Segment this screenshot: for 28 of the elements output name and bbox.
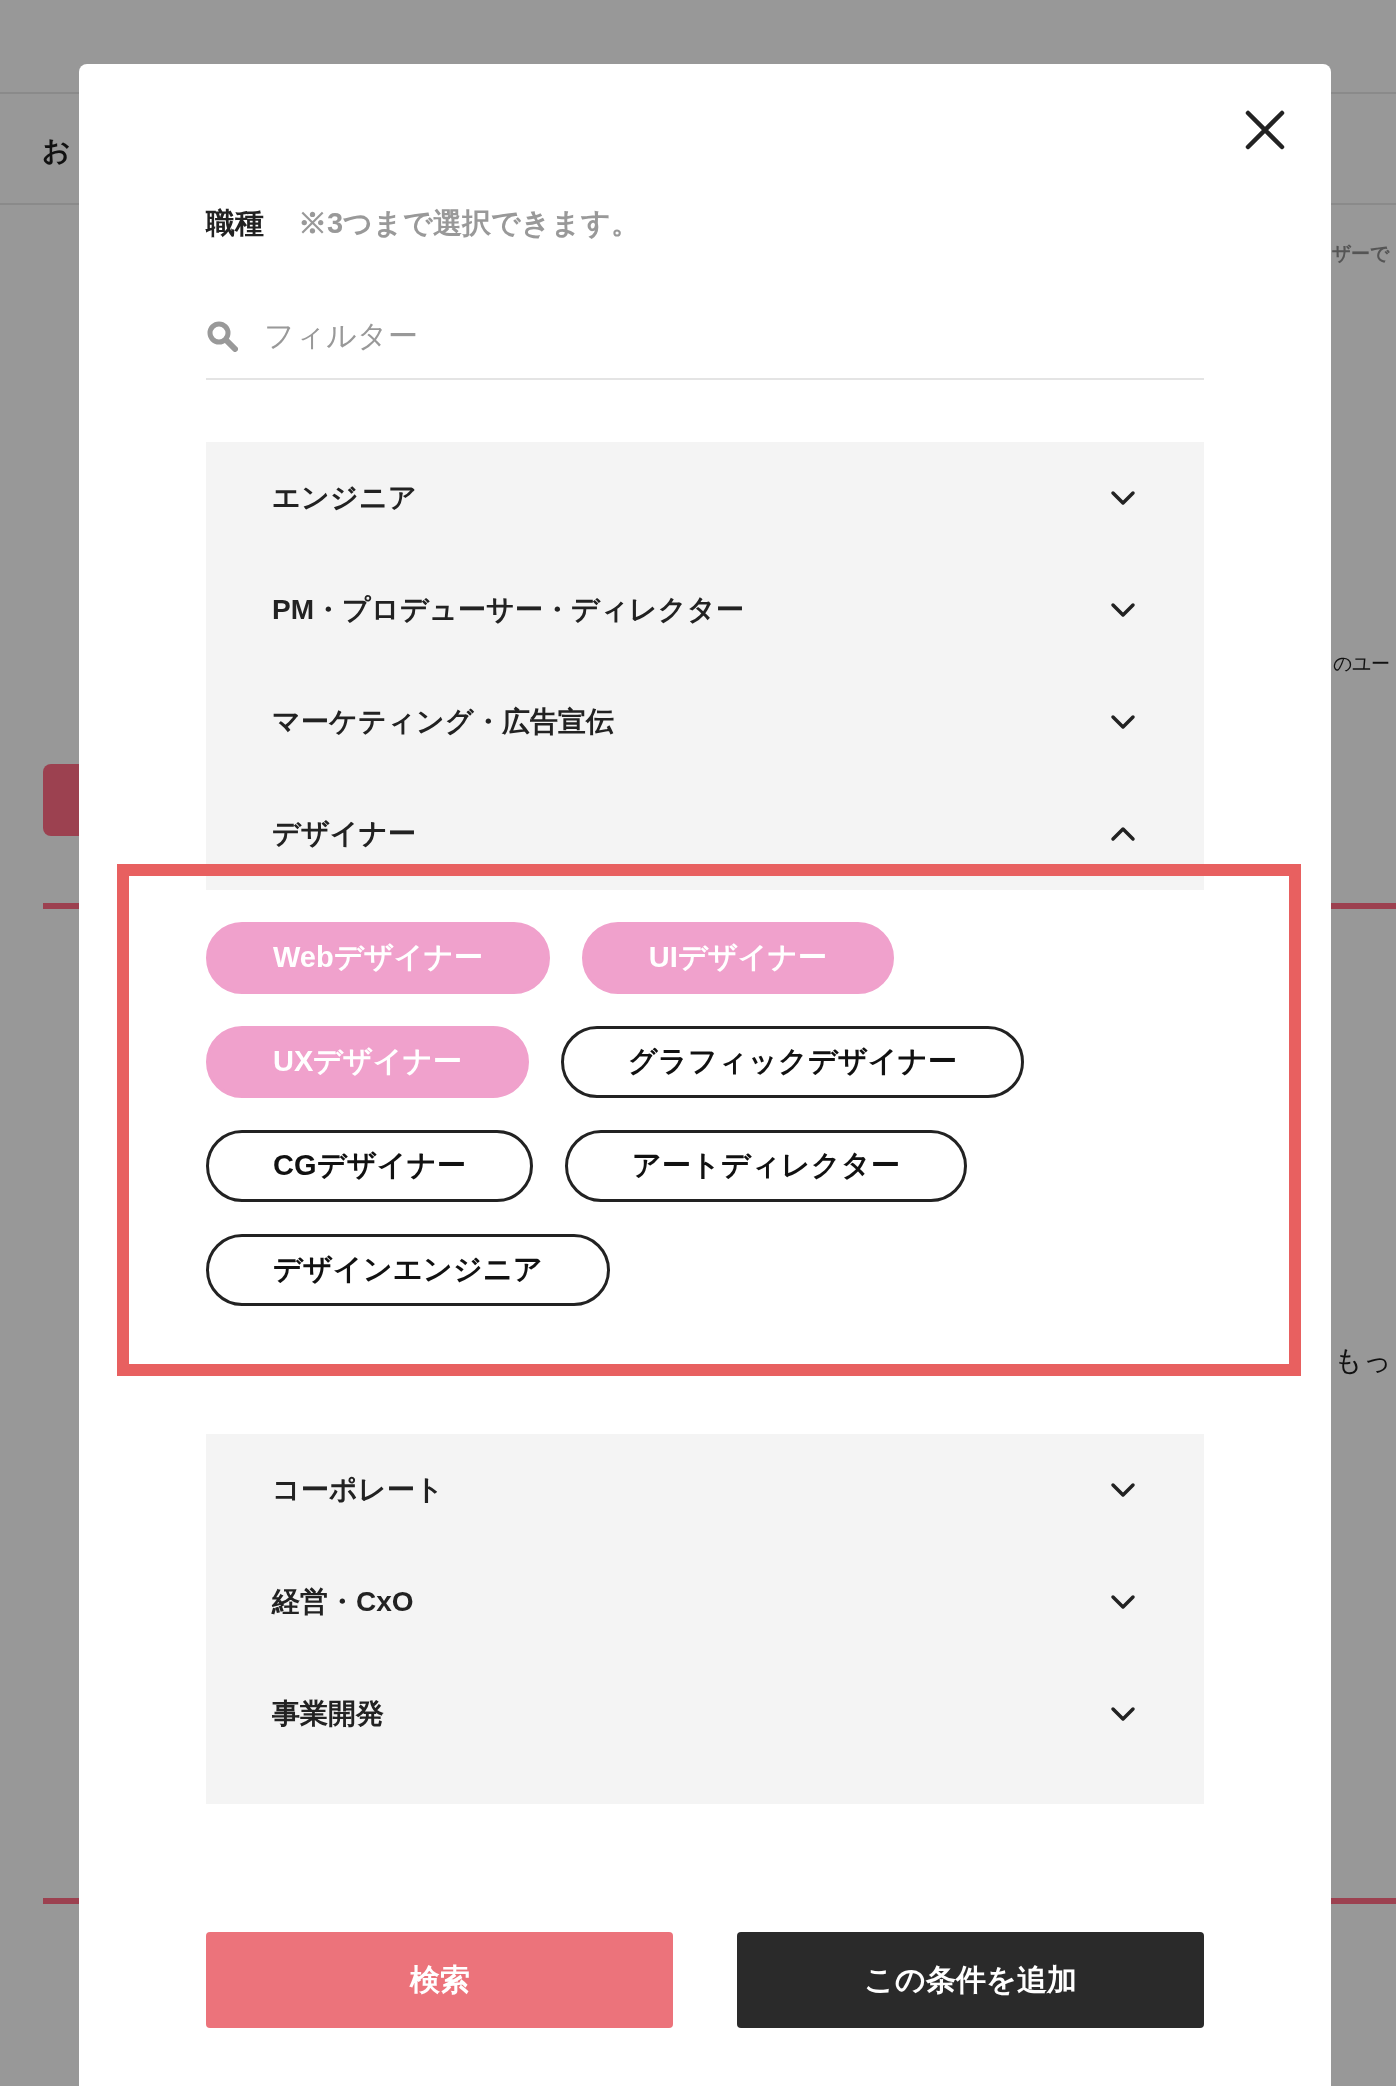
chevron-up-icon xyxy=(1110,825,1136,842)
chevron-down-icon xyxy=(1110,1593,1136,1610)
option-chip[interactable]: グラフィックデザイナー xyxy=(561,1025,1025,1098)
chevron-down-icon xyxy=(1110,601,1136,618)
accordion-header[interactable]: PM・プロデューサー・ディレクター xyxy=(206,553,1204,666)
background-text: お xyxy=(42,134,71,168)
selection-note: ※3つまで選択できます。 xyxy=(298,206,641,241)
accordion-header[interactable]: コーポレート xyxy=(206,1433,1204,1546)
accordion-header[interactable]: マーケティング・広告宣伝 xyxy=(206,665,1204,778)
accordion-header[interactable]: デザイナー xyxy=(206,777,1204,890)
search-icon xyxy=(206,319,238,352)
accordion-header[interactable]: エンジニア xyxy=(206,441,1204,554)
background-text: もっ xyxy=(1334,1344,1392,1378)
chevron-down-icon xyxy=(1110,1705,1136,1722)
option-chip[interactable]: アートディレクター xyxy=(564,1129,967,1202)
option-chip[interactable]: デザインエンジニア xyxy=(206,1233,610,1306)
close-button[interactable] xyxy=(1243,108,1287,152)
search-field[interactable]: フィルター xyxy=(264,313,1204,358)
accordion-header[interactable]: 事業開発 xyxy=(206,1657,1204,1804)
chevron-down-icon xyxy=(1110,1481,1136,1498)
chevron-down-icon xyxy=(1110,489,1136,506)
background-text: ザーで xyxy=(1332,242,1389,266)
accordion-header[interactable]: 経営・CxO xyxy=(206,1545,1204,1658)
add-condition-button[interactable]: この条件を追加 xyxy=(737,1931,1204,2028)
option-chip[interactable]: CGデザイナー xyxy=(206,1129,533,1202)
background-text: のユー xyxy=(1333,652,1390,676)
chevron-down-icon xyxy=(1110,713,1136,730)
dialog-title: 職種 xyxy=(206,206,264,241)
